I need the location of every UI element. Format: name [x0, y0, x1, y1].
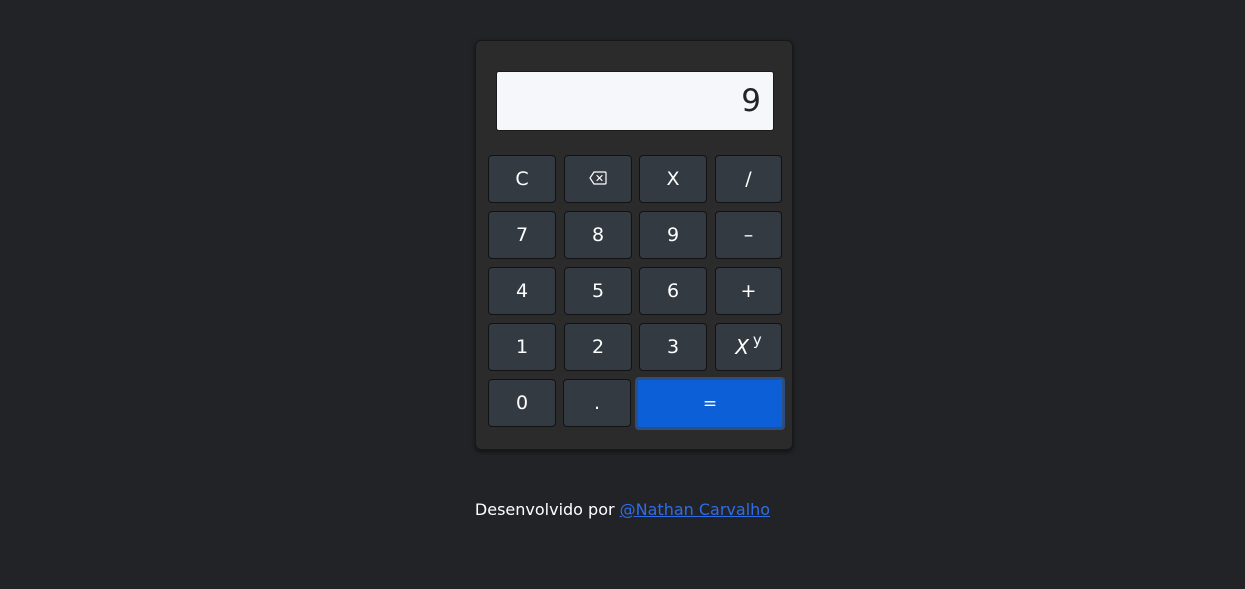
digit-3-button[interactable]: 3: [639, 323, 707, 371]
backspace-icon: [589, 168, 607, 190]
add-button[interactable]: +: [715, 267, 782, 315]
digit-8-button[interactable]: 8: [564, 211, 632, 259]
digit-2-button[interactable]: 2: [564, 323, 632, 371]
power-base-label: X: [735, 335, 749, 359]
subtract-button[interactable]: –: [715, 211, 782, 259]
footer: Desenvolvido por @Nathan Carvalho: [0, 500, 1245, 519]
calculator: 9 C X / 7 8 9 – 4 5 6 + 1 2 3 Xy 0 . =: [475, 40, 793, 450]
power-button[interactable]: Xy: [715, 323, 782, 371]
digit-1-button[interactable]: 1: [488, 323, 556, 371]
footer-credit-text: Desenvolvido por: [474, 500, 615, 519]
divide-button[interactable]: /: [715, 155, 782, 203]
digit-6-button[interactable]: 6: [639, 267, 707, 315]
digit-9-button[interactable]: 9: [639, 211, 707, 259]
digit-4-button[interactable]: 4: [488, 267, 556, 315]
power-exponent-label: y: [752, 331, 762, 349]
digit-5-button[interactable]: 5: [564, 267, 632, 315]
author-link[interactable]: @Nathan Carvalho: [620, 500, 770, 519]
equals-button[interactable]: =: [635, 377, 785, 430]
multiply-button[interactable]: X: [639, 155, 707, 203]
clear-button[interactable]: C: [488, 155, 556, 203]
calculator-display: 9: [496, 71, 774, 131]
decimal-button[interactable]: .: [563, 379, 631, 427]
digit-7-button[interactable]: 7: [488, 211, 556, 259]
digit-0-button[interactable]: 0: [488, 379, 556, 427]
backspace-button[interactable]: [564, 155, 632, 203]
